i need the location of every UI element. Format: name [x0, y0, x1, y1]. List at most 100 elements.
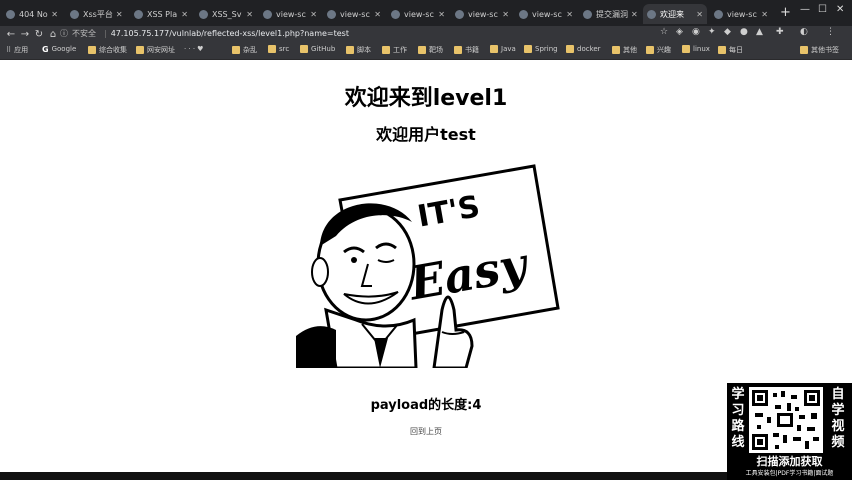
tab-title: view-sc: [468, 9, 498, 19]
tab-favicon-icon: [583, 9, 592, 19]
tab-title: view-sc: [727, 9, 757, 19]
tab-12[interactable]: view-sc ✕: [710, 4, 772, 24]
bookmark-label: GitHub: [311, 45, 336, 53]
tab-11-active[interactable]: 欢迎来 ✕: [643, 4, 707, 24]
bookmark-label: 工作: [393, 46, 407, 54]
tab-8[interactable]: view-sc ✕: [451, 4, 513, 24]
tab-favicon-icon: [391, 9, 400, 19]
tab-7[interactable]: view-sc ✕: [387, 4, 449, 24]
tab-title: XSS Pla: [147, 9, 178, 19]
tab-strip: 404 No ✕ Xss平台 ✕ XSS Pla ✕ XSS_Sv ✕ view…: [0, 0, 852, 26]
forward-icon[interactable]: →: [18, 29, 32, 40]
bookmark-folder[interactable]: linux: [682, 45, 710, 53]
extension-icon[interactable]: ◉: [692, 27, 700, 37]
close-window-icon[interactable]: ✕: [836, 4, 844, 15]
profile-avatar-icon[interactable]: ◐: [800, 27, 808, 37]
tab-1[interactable]: 404 No ✕: [2, 4, 62, 24]
extension-icon[interactable]: ▲: [756, 27, 763, 37]
bookmark-folder[interactable]: GitHub: [300, 45, 335, 53]
bookmark-label: src: [279, 45, 290, 53]
close-icon[interactable]: ✕: [48, 10, 58, 19]
folder-icon: [524, 45, 532, 53]
url-text[interactable]: 47.105.75.177/vulnlab/reflected-xss/leve…: [111, 29, 349, 38]
extension-icon[interactable]: ✦: [708, 27, 716, 37]
bookmark-heart[interactable]: · · · ♥: [184, 45, 203, 53]
close-icon[interactable]: ✕: [758, 10, 768, 19]
close-icon[interactable]: ✕: [371, 10, 381, 19]
bookmark-other[interactable]: 其他书签: [800, 45, 839, 55]
bookmark-folder[interactable]: 靶场: [418, 45, 443, 55]
bookmark-folder[interactable]: 工作: [382, 45, 407, 55]
bookmark-folder[interactable]: Spring: [524, 45, 558, 53]
tab-2[interactable]: Xss平台 ✕: [66, 4, 126, 24]
folder-icon: [718, 46, 726, 54]
home-icon[interactable]: ⌂: [46, 29, 60, 40]
tab-3[interactable]: XSS Pla ✕: [130, 4, 192, 24]
tab-favicon-icon: [263, 9, 272, 19]
bookmark-folder[interactable]: docker: [566, 45, 601, 53]
address-bar[interactable]: ⓘ 不安全 | 47.105.75.177/vulnlab/reflected-…: [60, 27, 349, 40]
menu-icon[interactable]: ⋮: [826, 27, 835, 37]
bookmark-folder[interactable]: 综合收集: [88, 45, 127, 55]
bookmark-label: 书籍: [465, 46, 479, 54]
bookmark-label: 其他: [623, 46, 637, 54]
tab-4[interactable]: XSS_Sv ✕: [195, 4, 257, 24]
close-icon[interactable]: ✕: [499, 10, 509, 19]
extensions-puzzle-icon[interactable]: ✚: [776, 27, 784, 37]
bookmark-folder[interactable]: 兴趣: [646, 45, 671, 55]
tab-title: view-sc: [340, 9, 370, 19]
close-icon[interactable]: ✕: [563, 10, 573, 19]
promo-tags: 工具安装包|PDF学习书籍|面试题: [745, 470, 834, 477]
bookmarks-bar: ⠿ 应用 G Google 综合收集 网安网址 · · · ♥ 杂乱 src G…: [0, 42, 852, 60]
tab-title: XSS_Sv: [212, 9, 242, 19]
tab-favicon-icon: [519, 9, 528, 19]
bookmark-folder[interactable]: 其他: [612, 45, 637, 55]
welcome-heading: 欢迎用户test: [376, 125, 476, 144]
extension-icon[interactable]: ●: [740, 27, 748, 37]
close-icon[interactable]: ✕: [693, 10, 703, 19]
extension-icon[interactable]: ◈: [676, 27, 683, 37]
bookmark-folder[interactable]: 脚本: [346, 45, 371, 55]
bookmark-folder[interactable]: 网安网址: [136, 45, 175, 55]
folder-icon: [300, 45, 308, 53]
info-icon[interactable]: ⓘ: [60, 28, 68, 39]
close-icon[interactable]: ✕: [435, 10, 445, 19]
close-icon[interactable]: ✕: [307, 10, 317, 19]
tab-9[interactable]: view-sc ✕: [515, 4, 577, 24]
close-icon[interactable]: ✕: [243, 10, 253, 19]
minimize-icon[interactable]: —: [800, 4, 810, 15]
tab-5[interactable]: view-sc ✕: [259, 4, 321, 24]
promo-cta: 扫描添加获取: [756, 455, 823, 468]
bottom-bar: [0, 472, 727, 480]
bookmark-label: 综合收集: [99, 46, 127, 54]
back-link[interactable]: 回到上页: [0, 426, 852, 437]
reload-icon[interactable]: ↻: [32, 29, 46, 40]
bookmark-folder[interactable]: Java: [490, 45, 516, 53]
promo-right-text: 自学视频: [831, 387, 845, 450]
back-icon[interactable]: ←: [4, 29, 18, 40]
extension-icon[interactable]: ◆: [724, 27, 731, 37]
close-icon[interactable]: ✕: [628, 10, 638, 19]
tab-favicon-icon: [327, 9, 336, 19]
tab-title: view-sc: [404, 9, 434, 19]
bookmark-apps[interactable]: ⠿ 应用: [6, 45, 28, 55]
new-tab-button[interactable]: +: [780, 5, 791, 20]
bookmark-google[interactable]: G Google: [42, 45, 76, 54]
tab-6[interactable]: view-sc ✕: [323, 4, 385, 24]
tab-favicon-icon: [134, 9, 143, 19]
maximize-icon[interactable]: ☐: [818, 4, 827, 15]
folder-icon: [232, 46, 240, 54]
bookmark-folder[interactable]: 书籍: [454, 45, 479, 55]
tab-10[interactable]: 提交漏洞 ✕: [579, 4, 641, 24]
bookmark-folder[interactable]: src: [268, 45, 289, 53]
bookmark-label: 杂乱: [243, 46, 257, 54]
close-icon[interactable]: ✕: [113, 10, 123, 19]
folder-icon: [800, 46, 808, 54]
close-icon[interactable]: ✕: [178, 10, 188, 19]
folder-icon: [88, 46, 96, 54]
separator: |: [104, 29, 107, 38]
payload-length-text: payload的长度:4: [370, 398, 482, 413]
bookmark-star-icon[interactable]: ☆: [660, 27, 668, 37]
bookmark-folder[interactable]: 每日: [718, 45, 743, 55]
bookmark-folder[interactable]: 杂乱: [232, 45, 257, 55]
